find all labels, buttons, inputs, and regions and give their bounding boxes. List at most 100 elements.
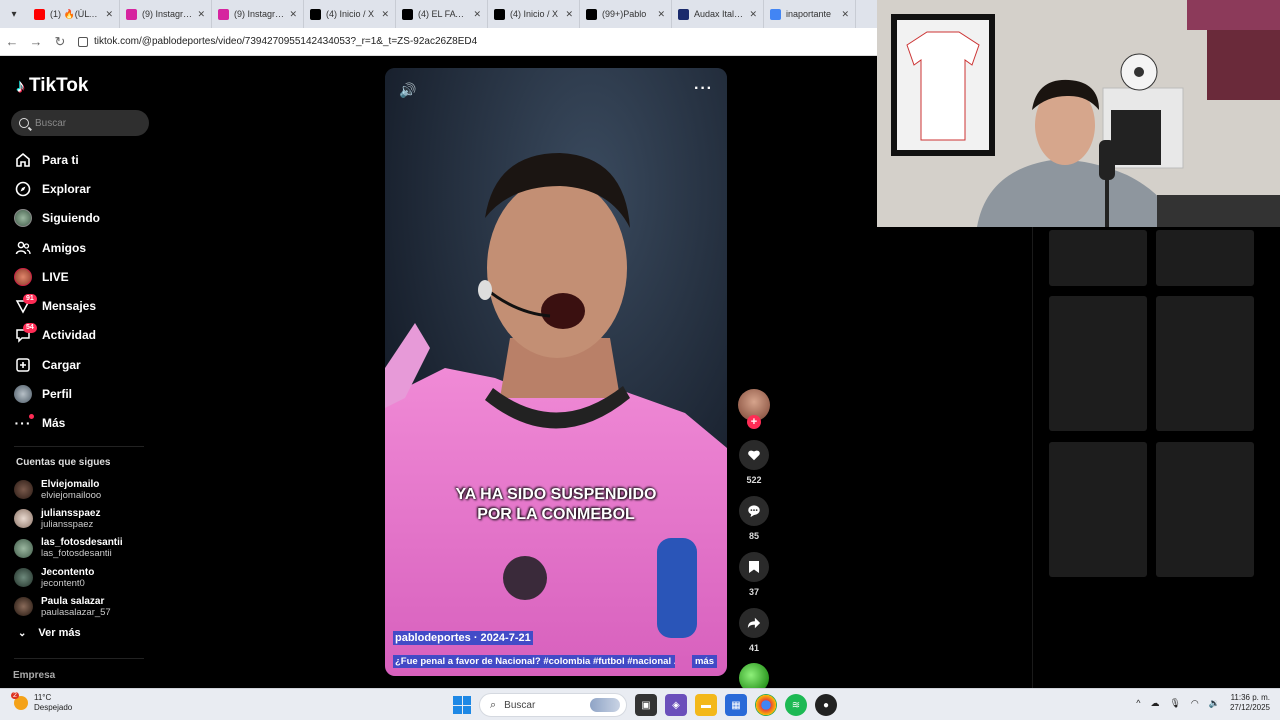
comment-action[interactable]: 85 bbox=[737, 496, 771, 541]
more-options-icon[interactable]: ··· bbox=[694, 80, 713, 98]
reload-icon[interactable]: ↻ bbox=[48, 34, 72, 50]
browser-tab[interactable]: (1) 🔥(ÚLTIM ✕ bbox=[28, 0, 120, 28]
taskbar-search-label: Buscar bbox=[504, 699, 536, 711]
tab-list-menu-button[interactable]: ▾ bbox=[0, 0, 28, 28]
tab-title: (99+)Pablo bbox=[602, 9, 647, 19]
close-tab-icon[interactable]: ✕ bbox=[749, 9, 757, 20]
browser-tab[interactable]: (9) Instagram ✕ bbox=[120, 0, 212, 28]
nav-item-explorar[interactable]: Explorar bbox=[14, 174, 154, 203]
heart-icon[interactable] bbox=[739, 440, 769, 470]
author-date[interactable]: pablodeportes · 2024-7-21 bbox=[393, 631, 533, 645]
video-player[interactable]: 🔊 ··· YA HA SIDO SUSPENDIDO POR LA CONME… bbox=[385, 68, 727, 676]
browser-tab[interactable]: (9) Instagram ✕ bbox=[212, 0, 304, 28]
search-placeholder: Buscar bbox=[35, 117, 67, 129]
task-view-icon[interactable]: ▣ bbox=[635, 694, 657, 716]
following-item[interactable]: Paula salazar paulasalazar_57 bbox=[14, 592, 154, 621]
search-input[interactable]: Buscar bbox=[11, 110, 149, 136]
weather-widget[interactable]: 2 11°C Despejado bbox=[11, 692, 72, 713]
nav-item-siguiendo[interactable]: Siguiendo bbox=[14, 204, 154, 233]
follow-plus-icon[interactable]: + bbox=[747, 415, 761, 429]
url-text[interactable]: tiktok.com/@pablodeportes/video/73942709… bbox=[94, 36, 477, 47]
nav-item-mas[interactable]: ··· Más bbox=[14, 409, 154, 438]
bookmark-icon[interactable] bbox=[739, 552, 769, 582]
column-divider bbox=[1032, 227, 1033, 688]
clock[interactable]: 11:36 p. m. 27/12/2025 bbox=[1230, 693, 1270, 713]
following-item[interactable]: las_fotosdesantii las_fotosdesantii bbox=[14, 534, 154, 563]
close-tab-icon[interactable]: ✕ bbox=[381, 9, 389, 20]
close-tab-icon[interactable]: ✕ bbox=[105, 9, 113, 20]
following-avatar bbox=[14, 209, 32, 228]
chrome-icon[interactable] bbox=[755, 694, 777, 716]
following-item[interactable]: Elviejomailo elviejomailooo bbox=[14, 475, 154, 504]
video-thumbnail-placeholder[interactable] bbox=[1156, 230, 1254, 286]
volume-icon[interactable]: 🔊 bbox=[399, 82, 416, 99]
tab-favicon-icon bbox=[678, 8, 689, 20]
nav-item-para-ti[interactable]: Para ti bbox=[14, 145, 154, 174]
shares-count: 41 bbox=[748, 643, 759, 653]
back-icon[interactable]: ← bbox=[0, 34, 24, 49]
close-tab-icon[interactable]: ✕ bbox=[473, 9, 481, 20]
close-tab-icon[interactable]: ✕ bbox=[841, 9, 849, 20]
tiktok-note-icon: ♪ bbox=[16, 75, 25, 96]
nav-item-amigos[interactable]: Amigos bbox=[14, 233, 154, 262]
see-more-button[interactable]: ⌄ Ver más bbox=[18, 627, 81, 639]
browser-tab[interactable]: (4) EL FATHE ✕ bbox=[396, 0, 488, 28]
windows-start-icon[interactable] bbox=[453, 696, 471, 714]
creator-avatar[interactable]: + bbox=[738, 389, 770, 429]
browser-tab[interactable]: (4) Inicio / X ✕ bbox=[488, 0, 580, 28]
chevron-up-icon[interactable]: ^ bbox=[1136, 698, 1140, 708]
comments-count: 85 bbox=[748, 531, 759, 541]
account-avatar bbox=[14, 538, 33, 558]
forward-icon[interactable]: → bbox=[24, 34, 48, 49]
more-description-button[interactable]: más bbox=[691, 655, 717, 668]
browser-tab[interactable]: inaportante ✕ bbox=[764, 0, 856, 28]
share-action[interactable]: 41 bbox=[737, 608, 771, 653]
file-explorer-icon[interactable]: ▬ bbox=[695, 694, 717, 716]
spotify-icon[interactable]: ≋ bbox=[785, 694, 807, 716]
browser-tab[interactable]: (99+)Pablo ✕ bbox=[580, 0, 672, 28]
video-thumbnail-placeholder[interactable] bbox=[1049, 296, 1147, 431]
video-description: ¿Fue penal a favor de Nacional? #colombi… bbox=[393, 655, 675, 668]
microphone-icon[interactable]: 🎙 bbox=[1169, 698, 1180, 709]
store-icon[interactable]: ▦ bbox=[725, 694, 747, 716]
following-item[interactable]: Jecontento jecontent0 bbox=[14, 563, 154, 592]
video-thumbnail-placeholder[interactable] bbox=[1156, 442, 1254, 577]
tab-title: inaportante bbox=[786, 9, 832, 19]
video-thumbnail-placeholder[interactable] bbox=[1156, 296, 1254, 431]
taskbar-search[interactable]: ⌕ Buscar bbox=[479, 693, 627, 717]
company-link[interactable]: Empresa bbox=[13, 670, 55, 681]
video-thumbnail-placeholder[interactable] bbox=[1049, 442, 1147, 577]
tab-title: (9) Instagram bbox=[142, 9, 193, 19]
account-handle: elviejomailooo bbox=[41, 489, 102, 501]
app-icon[interactable]: ● bbox=[815, 694, 837, 716]
close-tab-icon[interactable]: ✕ bbox=[565, 9, 573, 20]
comment-icon[interactable] bbox=[739, 496, 769, 526]
nav-label: Amigos bbox=[42, 240, 87, 255]
browser-tab[interactable]: Audax Italian ✕ bbox=[672, 0, 764, 28]
messages-badge: 91 bbox=[23, 294, 37, 305]
close-tab-icon[interactable]: ✕ bbox=[657, 9, 665, 20]
following-item[interactable]: juliansspaez juliansspaez bbox=[14, 504, 154, 533]
video-thumbnail-placeholder[interactable] bbox=[1049, 230, 1147, 286]
close-tab-icon[interactable]: ✕ bbox=[289, 9, 297, 20]
site-info-icon[interactable] bbox=[78, 36, 88, 47]
nav-item-cargar[interactable]: Cargar bbox=[14, 350, 154, 379]
capcut-icon[interactable]: ◈ bbox=[665, 694, 687, 716]
save-action[interactable]: 37 bbox=[737, 552, 771, 597]
wifi-icon[interactable]: ◠ bbox=[1191, 698, 1199, 709]
account-handle: juliansspaez bbox=[41, 518, 94, 530]
tiktok-logo[interactable]: ♪ TikTok bbox=[16, 75, 88, 97]
like-action[interactable]: 522 bbox=[737, 440, 771, 485]
browser-tab[interactable]: (4) Inicio / X ✕ bbox=[304, 0, 396, 28]
notification-dot bbox=[29, 414, 34, 420]
network-icon[interactable]: ☁ bbox=[1150, 698, 1159, 709]
volume-icon[interactable]: 🔉 bbox=[1209, 698, 1220, 709]
share-icon[interactable] bbox=[739, 608, 769, 638]
nav-item-actividad[interactable]: 54 Actividad bbox=[14, 321, 154, 350]
close-tab-icon[interactable]: ✕ bbox=[197, 9, 205, 20]
nav-item-perfil[interactable]: Perfil bbox=[14, 379, 154, 408]
nav-item-live[interactable]: LIVE bbox=[14, 262, 154, 291]
account-name: juliansspaez bbox=[41, 507, 101, 519]
nav-item-mensajes[interactable]: 91 Mensajes bbox=[14, 291, 154, 320]
search-icon: ⌕ bbox=[490, 698, 497, 711]
